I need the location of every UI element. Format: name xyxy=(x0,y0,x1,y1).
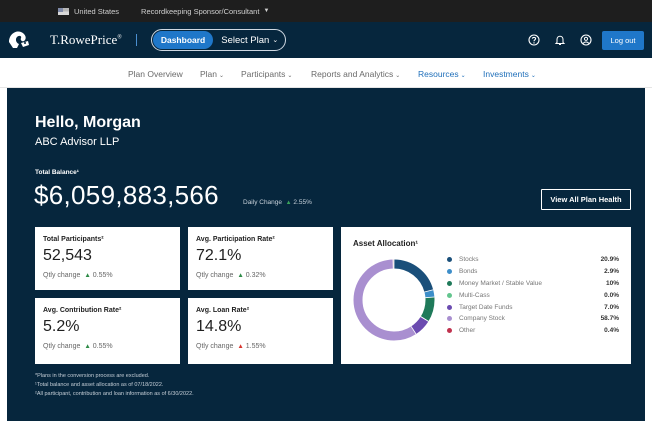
footnote-conversion: *Plans in the conversion process are exc… xyxy=(35,373,150,379)
select-plan-dropdown[interactable]: Select Plan ⌄ xyxy=(213,35,284,46)
top-utility-bar: United States Recordkeeping Sponsor/Cons… xyxy=(0,0,652,22)
legend-value: 2.9% xyxy=(604,268,619,276)
legend-value: 58.7% xyxy=(600,315,619,323)
legend-dot-icon xyxy=(447,304,452,310)
legend-label: Target Date Funds xyxy=(459,303,513,311)
legend-dot-icon xyxy=(447,316,452,322)
role-selector[interactable]: Recordkeeping Sponsor/Consultant ▼ xyxy=(141,7,269,16)
arrow-up-icon: ▲ xyxy=(237,272,244,279)
bell-icon[interactable] xyxy=(554,34,566,46)
legend-value: 7.0% xyxy=(604,303,619,311)
nav-participants[interactable]: Participants ⌄ xyxy=(241,69,292,79)
legend-label: Other xyxy=(459,327,476,335)
country-label[interactable]: United States xyxy=(74,7,119,16)
total-balance-label: Total Balance¹ xyxy=(35,169,79,176)
legend-label: Stocks xyxy=(459,256,479,264)
legend-dot-icon xyxy=(447,257,452,263)
chevron-down-icon: ⌄ xyxy=(219,73,225,79)
asset-allocation-legend: Stocks 20.9% Bonds 2.9% Money Market / Stabl… xyxy=(447,254,619,337)
greeting-heading: Hello, Morgan xyxy=(35,114,141,131)
legend-label: Money Market / Stable Value xyxy=(459,279,542,287)
arrow-up-icon: ▲ xyxy=(84,343,91,350)
legend-label: Bonds xyxy=(459,268,478,276)
daily-change-label: Daily Change xyxy=(243,199,283,206)
header-icons xyxy=(528,22,592,58)
legend-item-4: Target Date Funds 7.0% xyxy=(447,301,619,313)
logout-button[interactable]: Log out xyxy=(602,31,644,50)
card-value: 72.1% xyxy=(196,247,242,264)
legend-value: 0.4% xyxy=(604,327,619,335)
arrow-up-icon: ▲ xyxy=(84,272,91,279)
metric-card-avg-contribution-rate: Avg. Contribution Rate² 5.2% Qtly change… xyxy=(35,298,180,364)
legend-item-3: Multi-Cass 0.0% xyxy=(447,289,619,301)
header-divider xyxy=(135,34,137,46)
chevron-down-icon: ⌄ xyxy=(287,73,293,79)
asset-allocation-card: Asset Allocation¹ Stocks 20.9% Bonds 2.9% Mo… xyxy=(341,227,631,364)
metric-card-avg-loan-rate: Avg. Loan Rate² 14.8% Qtly change ▲ 1.55% xyxy=(188,298,333,364)
card-value: 14.8% xyxy=(196,318,242,335)
legend-value: 10% xyxy=(605,279,619,287)
legend-item-5: Company Stock 58.7% xyxy=(447,313,619,325)
metric-card-avg-participation-rate: Avg. Participation Rate² 72.1% Qtly chan… xyxy=(188,227,333,290)
plan-toggle: Dashboard Select Plan ⌄ xyxy=(150,29,287,51)
card-change: Qtly change ▲ 0.55% xyxy=(43,272,113,279)
metric-card-total-participants: Total Participants² 52,543 Qtly change ▲ … xyxy=(35,227,180,290)
role-label: Recordkeeping Sponsor/Consultant xyxy=(141,6,260,16)
help-icon[interactable] xyxy=(528,34,540,46)
secondary-nav: Plan Overview Plan ⌄ Participants ⌄ Report… xyxy=(0,58,652,88)
card-title: Avg. Contribution Rate² xyxy=(43,307,122,314)
footnote-balance-date: ¹Total balance and asset allocation as o… xyxy=(35,382,164,388)
card-title: Total Participants² xyxy=(43,236,104,243)
chevron-down-icon: ▼ xyxy=(263,8,270,14)
nav-investments[interactable]: Investments ⌄ xyxy=(483,69,536,79)
card-value: 5.2% xyxy=(43,318,80,335)
dashboard-button[interactable]: Dashboard xyxy=(152,31,214,49)
legend-dot-icon xyxy=(447,328,452,334)
card-title: Avg. Loan Rate² xyxy=(196,307,250,314)
legend-dot-icon xyxy=(447,269,452,275)
legend-item-1: Bonds 2.9% xyxy=(447,266,619,278)
nav-reports-and-analytics[interactable]: Reports and Analytics ⌄ xyxy=(311,69,400,79)
legend-value: 20.9% xyxy=(600,256,619,264)
legend-item-6: Other 0.4% xyxy=(447,325,619,337)
legend-item-0: Stocks 20.9% xyxy=(447,254,619,266)
card-title: Avg. Participation Rate² xyxy=(196,236,275,243)
main-header: T.RowePrice® Dashboard Select Plan ⌄ Log … xyxy=(0,22,652,58)
daily-change: Daily Change ▲ 2.55% xyxy=(243,199,312,206)
arrow-up-red-icon: ▲ xyxy=(237,343,244,350)
card-value: 52,543 xyxy=(43,247,92,264)
brand-name[interactable]: T.RowePrice® xyxy=(50,32,122,48)
nav-plan[interactable]: Plan ⌄ xyxy=(200,69,224,79)
nav-plan-overview[interactable]: Plan Overview xyxy=(128,69,183,79)
chevron-down-icon: ⌄ xyxy=(272,37,279,44)
view-all-plan-health-button[interactable]: View All Plan Health xyxy=(541,189,631,210)
card-change: Qtly change ▲ 1.55% xyxy=(196,343,266,350)
chevron-down-icon: ⌄ xyxy=(395,73,401,79)
legend-label: Multi-Cass xyxy=(459,291,490,299)
chevron-down-icon: ⌄ xyxy=(460,73,466,79)
asset-allocation-title: Asset Allocation¹ xyxy=(353,239,419,248)
legend-dot-icon xyxy=(447,280,452,286)
legend-label: Company Stock xyxy=(459,315,505,323)
user-profile-icon[interactable] xyxy=(580,34,592,46)
asset-allocation-donut-chart xyxy=(353,259,435,341)
chevron-down-icon: ⌄ xyxy=(530,73,536,79)
legend-item-2: Money Market / Stable Value 10% xyxy=(447,278,619,290)
nav-resources[interactable]: Resources ⌄ xyxy=(418,69,466,79)
company-name: ABC Advisor LLP xyxy=(35,136,120,148)
arrow-up-icon: ▲ xyxy=(285,200,292,206)
card-change: Qtly change ▲ 0.55% xyxy=(43,343,113,350)
us-flag-icon xyxy=(58,7,69,15)
total-balance-value: $6,059,883,566 xyxy=(34,180,219,210)
legend-value: 0.0% xyxy=(604,291,619,299)
footnote-participant-date: ²All participant, contribution and loan … xyxy=(35,391,194,397)
daily-change-value: 2.55% xyxy=(293,199,312,206)
card-change: Qtly change ▲ 0.32% xyxy=(196,272,266,279)
bighorn-sheep-logo-icon[interactable] xyxy=(0,22,38,58)
legend-dot-icon xyxy=(447,292,452,298)
